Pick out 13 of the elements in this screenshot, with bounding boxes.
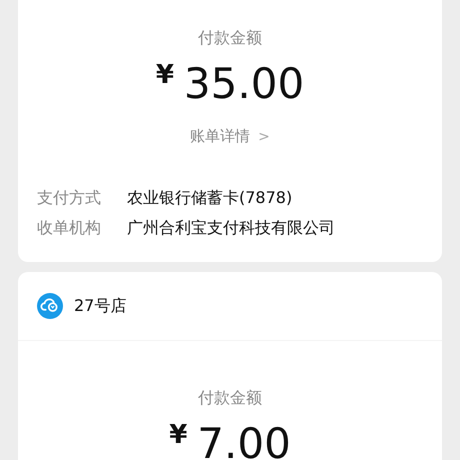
cloud-icon (37, 293, 63, 319)
amount-label: 付款金额 (198, 27, 262, 49)
amount-label: 付款金额 (198, 387, 262, 409)
field-label: 收单机构 (37, 218, 102, 238)
amount-value: 7.00 (197, 418, 291, 460)
currency-sign: ¥ (156, 59, 174, 92)
bill-details-link[interactable]: 账单详情 > (190, 127, 270, 146)
field-value: 农业银行储蓄卡(7878) (127, 188, 292, 208)
amount-value: 35.00 (184, 58, 304, 110)
currency-sign: ¥ (169, 419, 188, 452)
field-label: 支付方式 (37, 188, 102, 208)
field-value: 广州合利宝支付科技有限公司 (127, 218, 335, 238)
merchant-name: 27号店 (74, 296, 126, 316)
